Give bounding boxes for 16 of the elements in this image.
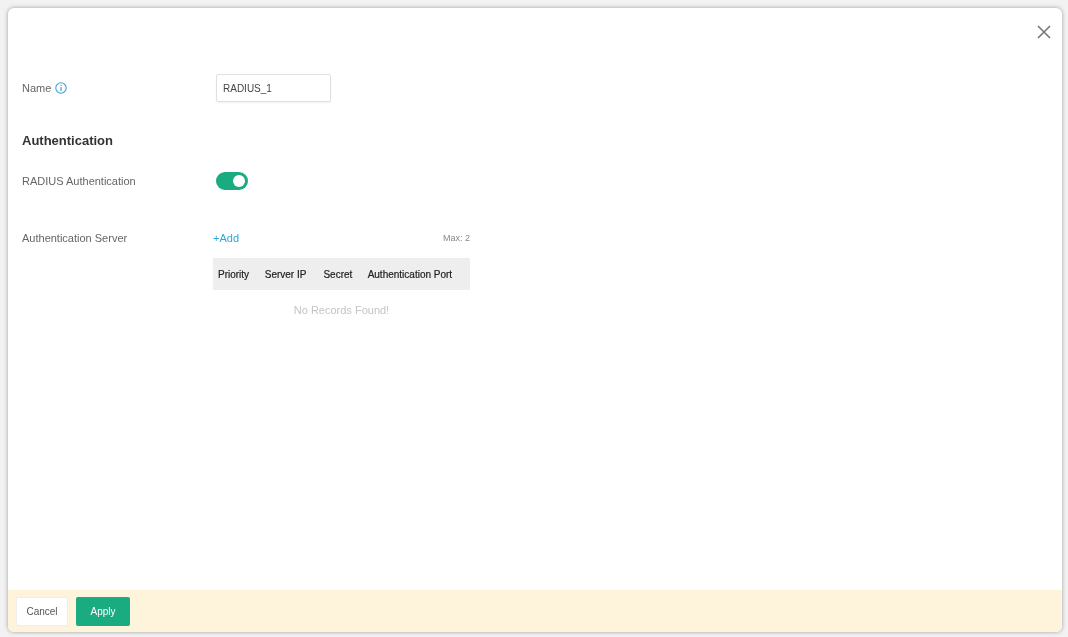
column-header: Authentication Port — [362, 258, 470, 290]
field-label: RADIUS Authentication — [22, 174, 137, 189]
name-input[interactable]: RADIUS_1 — [216, 74, 331, 102]
field-label: Authentication Server — [22, 231, 129, 246]
close-button[interactable] — [1037, 25, 1051, 39]
field-label: Name — [22, 81, 52, 96]
column-header: Server IP — [259, 258, 319, 290]
cancel-button[interactable]: Cancel — [16, 596, 68, 626]
column-header: Priority — [213, 258, 260, 290]
column-header: Secret — [318, 258, 363, 290]
empty-message: No Records Found! — [213, 290, 470, 330]
info-icon[interactable] — [55, 82, 68, 94]
close-icon — [1037, 25, 1051, 39]
section-title: Authentication — [22, 133, 114, 149]
max-count-text: Max: 2 — [443, 232, 470, 245]
toggle-switch[interactable] — [216, 172, 248, 190]
